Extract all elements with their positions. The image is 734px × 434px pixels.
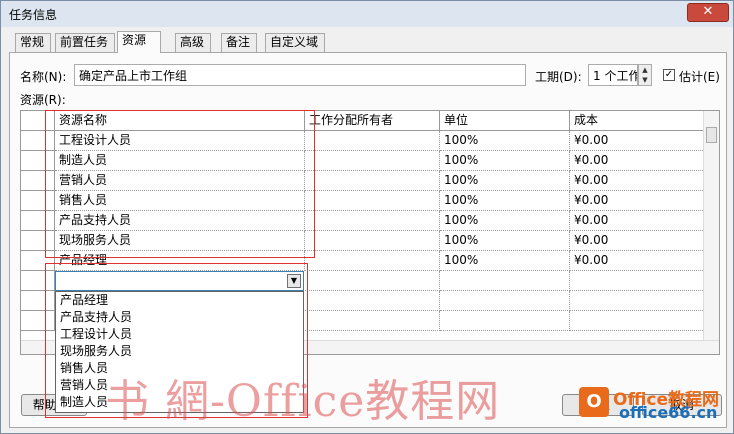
- duration-spinner[interactable]: ▲ ▼: [638, 64, 652, 86]
- task-info-dialog: 任务信息 ✕ 常规 前置任务 资源 高级 备注 自定义域 名称(N): 确定产品…: [0, 0, 734, 434]
- tab-advanced[interactable]: 高级: [175, 33, 211, 52]
- cell-owner[interactable]: [305, 171, 440, 191]
- task-name-input[interactable]: 确定产品上市工作组: [74, 64, 526, 86]
- cell-resource-name[interactable]: 工程设计人员: [55, 131, 305, 151]
- spin-up-icon[interactable]: ▲: [639, 65, 651, 75]
- cell-cost[interactable]: [570, 311, 705, 331]
- vertical-scrollbar[interactable]: [703, 111, 719, 340]
- spin-down-icon[interactable]: ▼: [639, 75, 651, 85]
- title-bar: 任务信息 ✕: [1, 1, 733, 27]
- window-title: 任务信息: [9, 8, 58, 22]
- dropdown-item[interactable]: 产品经理: [56, 292, 303, 309]
- cell-units[interactable]: [440, 271, 570, 291]
- cell-units[interactable]: [440, 311, 570, 331]
- cell-owner[interactable]: [305, 271, 440, 291]
- duration-input[interactable]: 1 个工作: [588, 64, 638, 86]
- cell-resource-name[interactable]: 产品经理: [55, 251, 305, 271]
- row-header[interactable]: [21, 171, 55, 191]
- chevron-down-icon[interactable]: ▼: [287, 274, 301, 288]
- tab-custom-fields[interactable]: 自定义域: [265, 33, 325, 52]
- duration-label: 工期(D):: [535, 70, 582, 84]
- estimate-checkbox[interactable]: ✓: [663, 69, 675, 81]
- cell-units[interactable]: 100%: [440, 191, 570, 211]
- cell-cost[interactable]: ¥0.00: [570, 231, 705, 251]
- cell-cost[interactable]: ¥0.00: [570, 191, 705, 211]
- close-button[interactable]: ✕: [687, 3, 729, 22]
- row-header[interactable]: [21, 131, 55, 151]
- row-header[interactable]: [21, 151, 55, 171]
- row-header[interactable]: [21, 291, 55, 311]
- dropdown-item[interactable]: 工程设计人员: [56, 326, 303, 343]
- row-header-corner: [21, 111, 55, 131]
- tab-resources[interactable]: 资源: [117, 31, 161, 53]
- dropdown-item[interactable]: 产品支持人员: [56, 309, 303, 326]
- cell-units[interactable]: 100%: [440, 171, 570, 191]
- cell-cost[interactable]: ¥0.00: [570, 211, 705, 231]
- resource-name-combobox[interactable]: ▼: [55, 271, 304, 291]
- row-header[interactable]: [21, 191, 55, 211]
- cell-owner[interactable]: [305, 251, 440, 271]
- cell-resource-name[interactable]: 销售人员: [55, 191, 305, 211]
- cell-owner[interactable]: [305, 131, 440, 151]
- cell-owner[interactable]: [305, 151, 440, 171]
- cell-units[interactable]: 100%: [440, 231, 570, 251]
- cell-units[interactable]: 100%: [440, 131, 570, 151]
- cell-cost[interactable]: [570, 271, 705, 291]
- column-header-cost[interactable]: 成本: [570, 111, 705, 131]
- row-header[interactable]: [21, 211, 55, 231]
- brand-url: office66.cn: [619, 403, 718, 422]
- cell-owner[interactable]: [305, 311, 440, 331]
- row-header[interactable]: [21, 251, 55, 271]
- tab-general[interactable]: 常规: [15, 33, 51, 52]
- cell-owner[interactable]: [305, 231, 440, 251]
- cell-resource-name[interactable]: 营销人员: [55, 171, 305, 191]
- dropdown-item[interactable]: 现场服务人员: [56, 343, 303, 360]
- cell-owner[interactable]: [305, 211, 440, 231]
- cell-owner[interactable]: [305, 291, 440, 311]
- estimate-label: 估计(E): [679, 70, 720, 84]
- cell-units[interactable]: 100%: [440, 211, 570, 231]
- cell-owner[interactable]: [305, 191, 440, 211]
- cell-resource-name[interactable]: 现场服务人员: [55, 231, 305, 251]
- tab-notes[interactable]: 备注: [221, 33, 257, 52]
- tab-predecessors[interactable]: 前置任务: [55, 33, 115, 52]
- column-header-owner[interactable]: 工作分配所有者: [305, 111, 440, 131]
- resources-label: 资源(R):: [20, 93, 66, 107]
- cell-units[interactable]: 100%: [440, 251, 570, 271]
- cell-cost[interactable]: ¥0.00: [570, 251, 705, 271]
- row-header[interactable]: [21, 271, 55, 291]
- column-header-units[interactable]: 单位: [440, 111, 570, 131]
- cell-resource-name[interactable]: 产品支持人员: [55, 211, 305, 231]
- cell-cost[interactable]: ¥0.00: [570, 131, 705, 151]
- cell-units[interactable]: [440, 291, 570, 311]
- cell-cost[interactable]: [570, 291, 705, 311]
- cell-resource-name[interactable]: 制造人员: [55, 151, 305, 171]
- cell-cost[interactable]: ¥0.00: [570, 171, 705, 191]
- cell-units[interactable]: 100%: [440, 151, 570, 171]
- row-header[interactable]: [21, 231, 55, 251]
- row-header[interactable]: [21, 311, 55, 331]
- office-logo-icon: O: [579, 387, 609, 417]
- column-header-resource-name[interactable]: 资源名称: [55, 111, 305, 131]
- watermark-text: 书 網-Office教程网: [105, 376, 501, 427]
- cell-cost[interactable]: ¥0.00: [570, 151, 705, 171]
- name-label: 名称(N):: [20, 70, 67, 84]
- scroll-thumb[interactable]: [706, 127, 717, 143]
